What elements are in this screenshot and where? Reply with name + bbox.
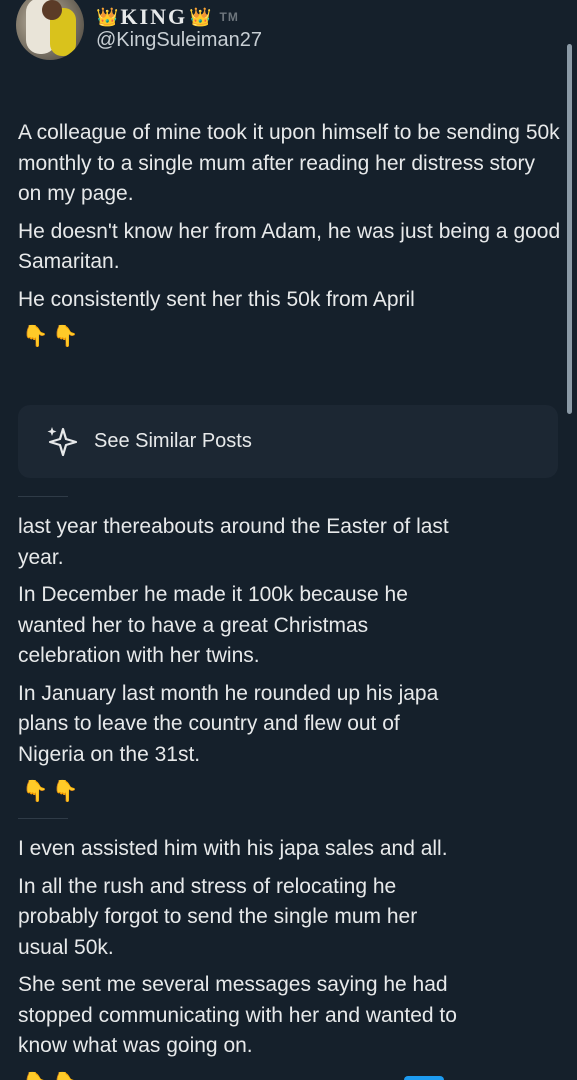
see-similar-posts-button[interactable]: See Similar Posts <box>18 405 558 478</box>
post-paragraph: I even assisted him with his japa sales … <box>18 837 448 860</box>
divider <box>18 496 68 497</box>
post-paragraph: A colleague of mine took it upon himself… <box>18 121 560 205</box>
post-paragraph: He consistently sent her this 50k from A… <box>18 287 415 311</box>
crown-emoji-right: 👑 <box>189 7 212 27</box>
user-handle[interactable]: @KingSuleiman27 <box>96 29 262 52</box>
pointing-down-emojis: 👇👇 <box>22 325 83 348</box>
crown-emoji-left: 👑 <box>96 7 119 27</box>
pointing-down-emojis: 👇👇 <box>22 780 83 803</box>
display-name[interactable]: 👑 KING 👑 TM <box>96 4 239 30</box>
pointing-down-emojis: 👇👇 <box>22 1069 563 1080</box>
post-text-1: A colleague of mine took it upon himself… <box>18 118 563 352</box>
post-paragraph: He doesn't know her from Adam, he was ju… <box>18 219 561 274</box>
scrollbar[interactable] <box>567 44 572 414</box>
sparkle-icon <box>47 426 78 456</box>
avatar[interactable] <box>16 0 84 60</box>
floating-action-button-edge[interactable] <box>404 1076 444 1080</box>
post-paragraph: She sent me several messages saying he h… <box>18 973 457 1057</box>
see-similar-posts-label: See Similar Posts <box>94 430 252 452</box>
post-paragraph: In December he made it 100k because he w… <box>18 583 408 667</box>
display-name-text: KING <box>120 4 188 29</box>
post-text-2: last year thereabouts around the Easter … <box>18 512 563 807</box>
post-paragraph: last year thereabouts around the Easter … <box>18 515 449 569</box>
trademark-label: TM <box>219 10 239 24</box>
divider <box>18 818 68 819</box>
avatar-face <box>42 0 62 20</box>
post-paragraph: In January last month he rounded up his … <box>18 681 439 766</box>
post-text-3: I even assisted him with his japa sales … <box>18 834 563 1080</box>
thread-view: 👑 KING 👑 TM @KingSuleiman27 A colleague … <box>0 0 577 1080</box>
post-paragraph: In all the rush and stress of relocating… <box>18 874 418 959</box>
